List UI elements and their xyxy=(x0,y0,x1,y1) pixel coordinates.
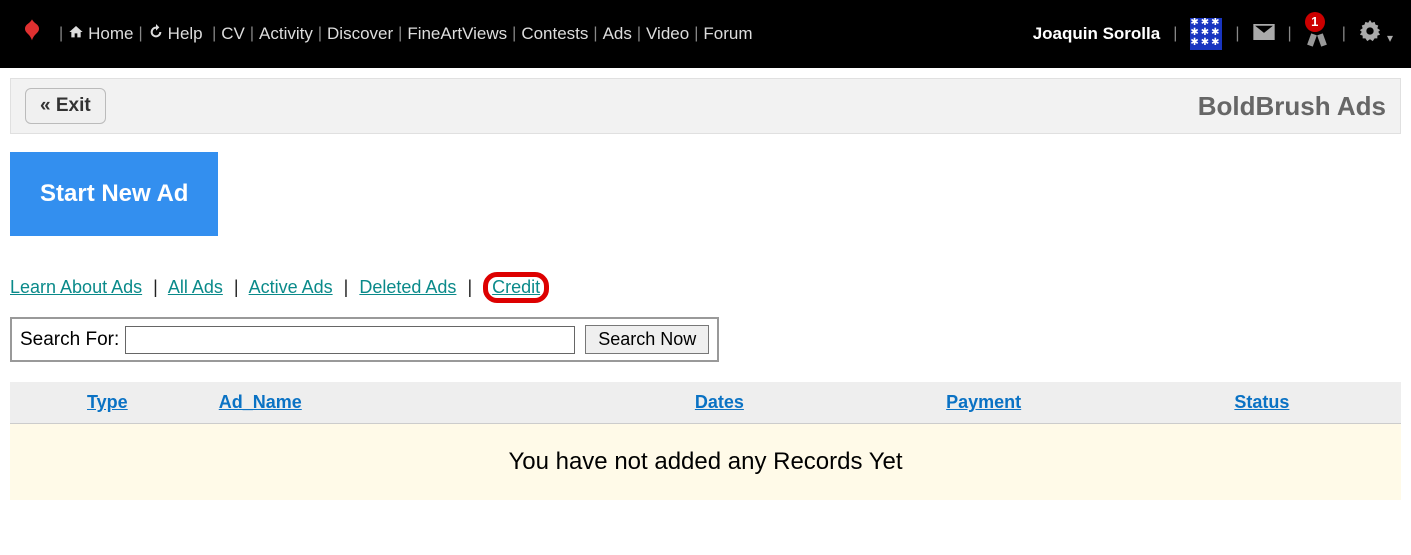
page-header-bar: « Exit BoldBrush Ads xyxy=(10,78,1401,134)
nav-video[interactable]: Video xyxy=(646,24,689,44)
empty-row: You have not added any Records Yet xyxy=(10,424,1401,500)
username-label[interactable]: Joaquin Sorolla xyxy=(1033,24,1161,44)
refresh-icon xyxy=(148,24,164,45)
col-payment[interactable]: Payment xyxy=(946,392,1021,412)
col-type[interactable]: Type xyxy=(87,392,128,412)
nav-left-group: | Home | Help | CV | Activity | Discover… xyxy=(18,17,1033,52)
separator: | xyxy=(250,25,254,43)
separator: | xyxy=(1235,25,1239,43)
nav-right-group: Joaquin Sorolla | | | 1 | ▾ xyxy=(1033,18,1393,51)
main-content: Start New Ad Learn About Ads | All Ads |… xyxy=(0,134,1411,510)
empty-message: You have not added any Records Yet xyxy=(10,424,1401,500)
link-credit[interactable]: Credit xyxy=(492,277,540,297)
credit-highlight: Credit xyxy=(483,272,549,303)
exit-button[interactable]: « Exit xyxy=(25,88,106,124)
link-all-ads[interactable]: All Ads xyxy=(168,277,223,297)
page-title: BoldBrush Ads xyxy=(1198,91,1386,122)
search-bar: Search For: Search Now xyxy=(10,317,719,362)
separator: | xyxy=(1173,25,1177,43)
separator: | xyxy=(208,25,217,43)
gear-icon[interactable]: ▾ xyxy=(1359,20,1393,48)
link-active-ads[interactable]: Active Ads xyxy=(249,277,333,297)
col-status[interactable]: Status xyxy=(1234,392,1289,412)
notifications-button[interactable]: 1 xyxy=(1305,18,1329,51)
nav-fineartviews[interactable]: FineArtViews xyxy=(407,24,507,44)
separator: | xyxy=(694,25,698,43)
logo-icon[interactable] xyxy=(18,17,46,52)
separator: | xyxy=(637,25,641,43)
home-icon xyxy=(68,24,84,45)
separator: | xyxy=(512,25,516,43)
nav-help[interactable]: Help xyxy=(168,24,203,44)
search-label: Search For: xyxy=(20,329,119,351)
link-deleted-ads[interactable]: Deleted Ads xyxy=(359,277,456,297)
nav-contests[interactable]: Contests xyxy=(521,24,588,44)
nav-discover[interactable]: Discover xyxy=(327,24,393,44)
separator: | xyxy=(1288,25,1292,43)
col-ad-name[interactable]: Ad_Name xyxy=(219,392,302,412)
separator: | xyxy=(234,277,239,297)
notification-badge: 1 xyxy=(1305,12,1325,32)
nav-activity[interactable]: Activity xyxy=(259,24,313,44)
search-input[interactable] xyxy=(125,326,575,354)
nav-cv[interactable]: CV xyxy=(221,24,245,44)
separator: | xyxy=(153,277,158,297)
avatar[interactable] xyxy=(1190,18,1222,50)
ads-filter-links: Learn About Ads | All Ads | Active Ads |… xyxy=(10,272,1401,303)
nav-ads[interactable]: Ads xyxy=(603,24,632,44)
ads-table: Type Ad_Name Dates Payment Status You ha… xyxy=(10,382,1401,500)
separator: | xyxy=(593,25,597,43)
separator: | xyxy=(139,25,143,43)
separator: | xyxy=(398,25,402,43)
mail-icon[interactable] xyxy=(1253,23,1275,46)
search-now-button[interactable]: Search Now xyxy=(585,325,709,354)
separator: | xyxy=(467,277,472,297)
separator: | xyxy=(344,277,349,297)
link-learn-about-ads[interactable]: Learn About Ads xyxy=(10,277,142,297)
table-header-row: Type Ad_Name Dates Payment Status xyxy=(10,382,1401,424)
nav-home[interactable]: Home xyxy=(88,24,133,44)
separator: | xyxy=(59,25,63,43)
start-new-ad-button[interactable]: Start New Ad xyxy=(10,152,218,236)
top-navbar: | Home | Help | CV | Activity | Discover… xyxy=(0,0,1411,68)
separator: | xyxy=(318,25,322,43)
col-dates[interactable]: Dates xyxy=(695,392,744,412)
separator: | xyxy=(1342,25,1346,43)
nav-forum[interactable]: Forum xyxy=(703,24,752,44)
